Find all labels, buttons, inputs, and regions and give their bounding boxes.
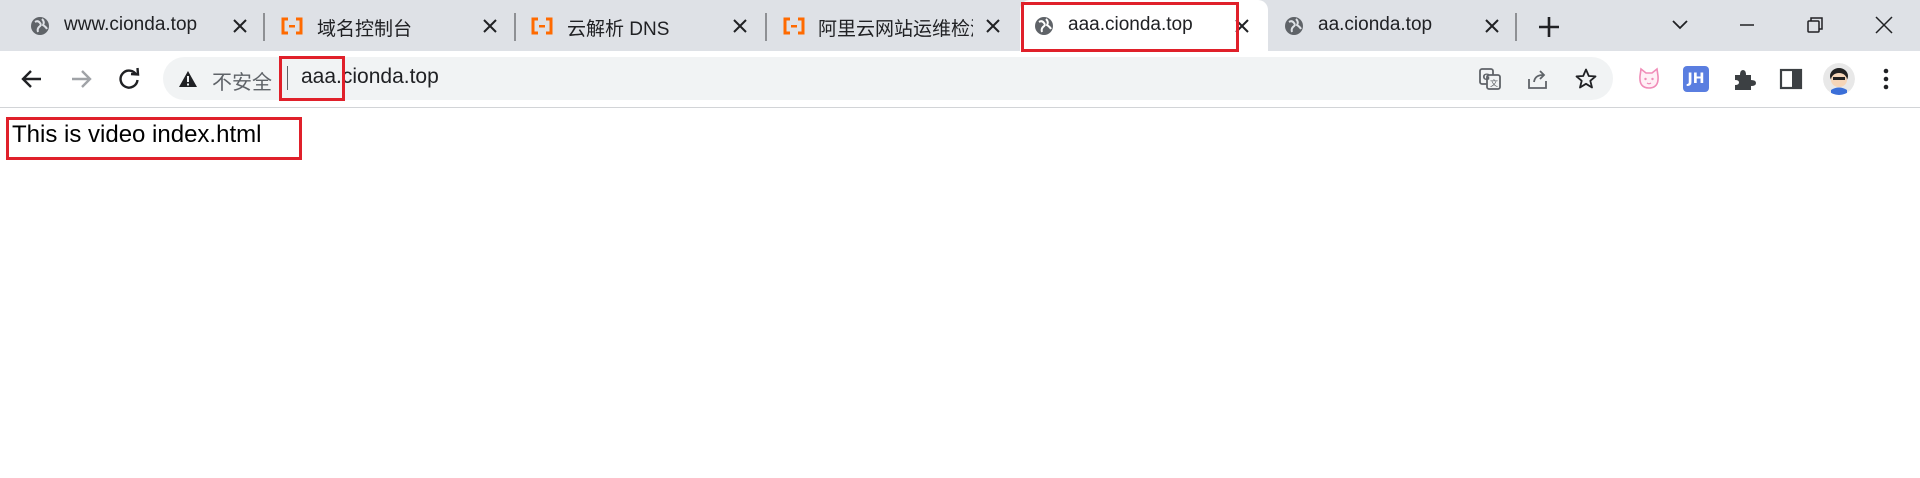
- aliyun-icon: [281, 17, 303, 35]
- tab-aa-cionda[interactable]: aa.cionda.top: [1268, 0, 1516, 51]
- new-tab-plus-icon[interactable]: [1535, 13, 1563, 41]
- svg-text:G: G: [1483, 73, 1490, 83]
- tab-aliyun-monitor[interactable]: 阿里云网站运维检测: [766, 0, 1018, 51]
- cat-extension-icon[interactable]: [1636, 66, 1662, 92]
- reload-icon[interactable]: [115, 65, 143, 93]
- tab-title: 云解析 DNS: [567, 19, 670, 40]
- tab-title: www.cionda.top: [64, 14, 198, 35]
- tab-title: 阿里云网站运维检测: [818, 19, 973, 40]
- annotation-box-active-tab: [1021, 2, 1239, 52]
- tab-www-cionda[interactable]: www.cionda.top: [0, 0, 262, 51]
- puzzle-extensions-icon[interactable]: [1731, 66, 1757, 92]
- annotation-box-page-text: [6, 117, 302, 160]
- warning-triangle-icon[interactable]: [178, 69, 198, 89]
- window-close-icon[interactable]: [1872, 13, 1896, 37]
- aliyun-icon: [783, 17, 805, 35]
- back-arrow-icon[interactable]: [18, 65, 46, 93]
- tab-cloud-dns[interactable]: 云解析 DNS: [515, 0, 765, 51]
- tab-title: aa.cionda.top: [1318, 14, 1433, 35]
- bookmark-star-icon[interactable]: [1574, 67, 1598, 91]
- tab-separator: [1515, 13, 1517, 41]
- jh-extension-icon[interactable]: JH: [1683, 66, 1709, 92]
- tab-search-chevron-down-icon[interactable]: [1668, 13, 1692, 37]
- translate-icon[interactable]: G 文: [1478, 67, 1502, 91]
- side-panel-icon[interactable]: [1778, 66, 1804, 92]
- restore-icon[interactable]: [1803, 13, 1827, 37]
- annotation-box-url: [279, 56, 345, 101]
- share-icon[interactable]: [1526, 67, 1550, 91]
- svg-text:文: 文: [1490, 78, 1498, 88]
- avatar[interactable]: [1823, 63, 1855, 95]
- close-icon[interactable]: [984, 17, 1002, 35]
- close-icon[interactable]: [731, 17, 749, 35]
- tab-domain-console[interactable]: 域名控制台: [264, 0, 514, 51]
- minimize-icon[interactable]: [1735, 13, 1759, 37]
- aliyun-icon: [531, 17, 553, 35]
- not-secure-label[interactable]: 不安全: [212, 66, 272, 95]
- close-icon[interactable]: [1483, 17, 1501, 35]
- close-icon[interactable]: [481, 17, 499, 35]
- globe-icon: [1285, 17, 1303, 35]
- more-menu-icon[interactable]: [1873, 66, 1899, 92]
- globe-icon: [31, 17, 49, 35]
- forward-arrow-icon[interactable]: [67, 65, 95, 93]
- tab-strip: www.cionda.top 域名控制台 云解析 DNS 阿里云网站运维检测 a…: [0, 0, 1920, 51]
- close-icon[interactable]: [231, 17, 249, 35]
- tab-title: 域名控制台: [317, 19, 413, 40]
